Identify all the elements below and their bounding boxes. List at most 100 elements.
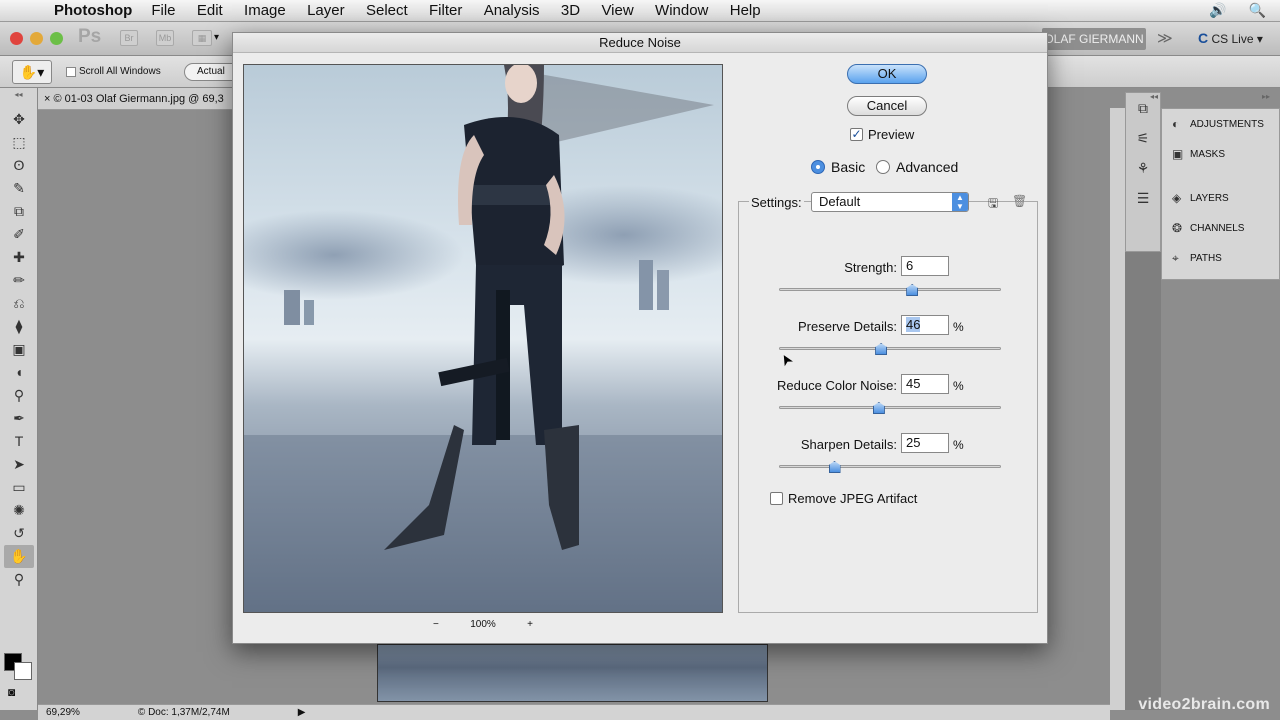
move-tool-icon[interactable]: ✥ <box>0 108 38 131</box>
zoom-window-button[interactable] <box>50 32 63 45</box>
dock-expand-icon[interactable]: ▸▸ <box>1262 92 1270 101</box>
preview-zoom-controls: − 100% + <box>433 619 533 630</box>
scroll-all-windows-checkbox[interactable]: Scroll All Windows <box>66 66 161 77</box>
menu-edit[interactable]: Edit <box>188 2 232 19</box>
speaker-icon[interactable]: 🔊 <box>1209 2 1226 18</box>
strength-input[interactable]: 6 <box>901 256 949 276</box>
cs-live-icon: C <box>1198 30 1209 46</box>
clone-source-panel-icon[interactable]: ⚘ <box>1126 153 1160 183</box>
preview-label: Preview <box>868 127 915 142</box>
cancel-button[interactable]: Cancel <box>847 96 927 116</box>
eraser-tool-icon[interactable]: ▣ <box>0 338 38 361</box>
mode-advanced-radio[interactable]: Advanced <box>876 159 958 175</box>
select-arrows-icon: ▲ ▼ <box>952 193 968 211</box>
menu-window[interactable]: Window <box>646 2 717 19</box>
radio-unselected-icon <box>876 160 890 174</box>
strength-slider[interactable] <box>779 288 1001 291</box>
sharpen-percent-label: % <box>953 438 964 452</box>
menu-3d[interactable]: 3D <box>552 2 589 19</box>
close-icon[interactable]: × <box>44 93 50 105</box>
menu-view[interactable]: View <box>592 2 642 19</box>
document-canvas[interactable] <box>377 644 768 702</box>
preview-image[interactable] <box>243 64 723 613</box>
dock-collapse-icon[interactable]: ◂◂ <box>1150 92 1158 101</box>
panel-layers[interactable]: ◈ LAYERS <box>1162 183 1279 213</box>
zoom-out-button[interactable]: − <box>433 619 439 630</box>
reduce-color-noise-label: Reduce Color Noise: <box>777 378 897 393</box>
zoom-in-button[interactable]: + <box>527 619 533 630</box>
preserve-details-label: Preserve Details: <box>798 319 897 334</box>
lasso-tool-icon[interactable]: ʘ <box>0 154 38 177</box>
marquee-tool-icon[interactable]: ⬚ <box>0 131 38 154</box>
menu-filter[interactable]: Filter <box>420 2 471 19</box>
sharpen-details-slider[interactable] <box>779 465 1001 468</box>
brushes-panel-icon[interactable]: ⚟ <box>1126 123 1160 153</box>
minimize-window-button[interactable] <box>30 32 43 45</box>
crop-tool-icon[interactable]: ⧉ <box>0 200 38 223</box>
path-selection-tool-icon[interactable]: ➤ <box>0 453 38 476</box>
reduce-color-noise-slider[interactable] <box>779 406 1001 409</box>
3d-orbit-tool-icon[interactable]: ↺ <box>0 522 38 545</box>
document-tab[interactable]: × © 01-03 Olaf Giermann.jpg @ 69,3 <box>38 88 238 110</box>
remove-jpeg-artifact-checkbox[interactable]: Remove JPEG Artifact <box>770 491 917 506</box>
canvas-scrollbar[interactable] <box>1110 108 1125 710</box>
panel-channels[interactable]: ❂ CHANNELS <box>1162 213 1279 243</box>
settings-select[interactable]: Default ▲ ▼ <box>811 192 969 212</box>
quick-selection-tool-icon[interactable]: ✎ <box>0 177 38 200</box>
preserve-details-input[interactable]: 46 <box>901 315 949 335</box>
background-color-swatch[interactable] <box>14 662 32 680</box>
healing-brush-tool-icon[interactable]: ✚ <box>0 246 38 269</box>
clone-stamp-tool-icon[interactable]: ⎌ <box>0 292 38 315</box>
status-menu-arrow-icon[interactable]: ▶ <box>238 707 314 718</box>
quick-mask-icon[interactable]: ◙ <box>8 685 15 699</box>
panel-paths[interactable]: ⌖ PATHS <box>1162 243 1279 273</box>
reduce-color-noise-input[interactable]: 45 <box>901 374 949 394</box>
ok-button[interactable]: OK <box>847 64 927 84</box>
hand-tool-icon[interactable]: ✋ <box>4 545 34 568</box>
menu-select[interactable]: Select <box>357 2 417 19</box>
strength-value: 6 <box>906 258 914 273</box>
close-window-button[interactable] <box>10 32 23 45</box>
history-brush-tool-icon[interactable]: ⧫ <box>0 315 38 338</box>
eyedropper-tool-icon[interactable]: ✐ <box>0 223 38 246</box>
shape-tool-icon[interactable]: ▭ <box>0 476 38 499</box>
preserve-details-slider[interactable] <box>779 347 1001 350</box>
channels-icon: ❂ <box>1172 221 1183 235</box>
tools-collapse-icon[interactable]: ◂◂ <box>0 88 37 108</box>
menu-bar: Photoshop File Edit Image Layer Select F… <box>0 0 1280 22</box>
bridge-button[interactable]: Br <box>120 30 138 46</box>
panel-adjustments[interactable]: ◐ ADJUSTMENTS <box>1162 109 1279 139</box>
menu-image[interactable]: Image <box>235 2 295 19</box>
blur-tool-icon[interactable]: ⚲ <box>0 384 38 407</box>
zoom-level[interactable]: 69,29% <box>38 707 88 718</box>
mode-basic-label: Basic <box>831 159 866 175</box>
delete-settings-icon[interactable]: 🗑 <box>1012 194 1027 208</box>
chevron-down-icon[interactable]: ▾ <box>214 32 219 43</box>
preview-checkbox[interactable]: ✓ Preview <box>850 127 914 142</box>
document-title: © 01-03 Olaf Giermann.jpg @ 69,3 <box>53 93 224 105</box>
zoom-tool-icon[interactable]: ⚲ <box>0 568 38 591</box>
brush-tool-icon[interactable]: ✏ <box>0 269 38 292</box>
menu-help[interactable]: Help <box>721 2 770 19</box>
spotlight-search-icon[interactable]: 🔍 <box>1249 2 1266 18</box>
menu-layer[interactable]: Layer <box>298 2 354 19</box>
menu-file[interactable]: File <box>142 2 184 19</box>
tool-presets-panel-icon[interactable]: ☰ <box>1126 183 1160 213</box>
save-settings-icon[interactable]: 🖫 <box>988 194 998 215</box>
mini-bridge-button[interactable]: Mb <box>156 30 174 46</box>
paths-icon: ⌖ <box>1172 250 1179 265</box>
more-workspaces-icon[interactable]: ≫ <box>1157 29 1173 47</box>
tool-preset-picker[interactable]: ✋▾ <box>12 60 52 84</box>
sharpen-details-input[interactable]: 25 <box>901 433 949 453</box>
dodge-tool-icon[interactable]: ✒ <box>0 407 38 430</box>
3d-rotate-tool-icon[interactable]: ✺ <box>0 499 38 522</box>
workspace-switcher[interactable]: OLAF GIERMANN <box>1042 28 1146 50</box>
panel-masks[interactable]: ▣ MASKS <box>1162 139 1279 169</box>
mode-basic-radio[interactable]: Basic <box>811 159 865 175</box>
type-tool-icon[interactable]: T <box>0 430 38 453</box>
gradient-tool-icon[interactable]: ◖ <box>0 361 38 384</box>
menu-analysis[interactable]: Analysis <box>475 2 549 19</box>
cs-live-button[interactable]: C CS Live ▾ <box>1198 30 1263 46</box>
view-extras-button[interactable]: ▦ <box>192 30 212 46</box>
app-menu[interactable]: Photoshop <box>50 2 142 19</box>
